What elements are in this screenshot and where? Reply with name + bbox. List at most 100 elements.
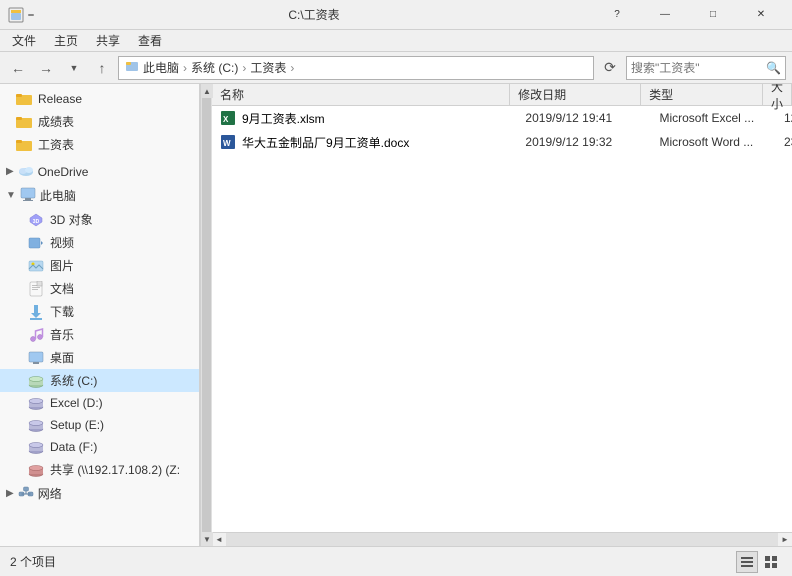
sidebar-label-grades: 成绩表 bbox=[38, 113, 74, 130]
sidebar-label-music: 音乐 bbox=[50, 326, 74, 343]
file-item-word[interactable]: W 华大五金制品厂9月工资单.docx 2019/9/12 19:32 Micr… bbox=[212, 130, 792, 154]
drive-z-icon bbox=[28, 462, 44, 478]
view-large-button[interactable] bbox=[760, 551, 782, 573]
sidebar-label-downloads: 下载 bbox=[50, 303, 74, 320]
file-item-excel[interactable]: X 9月工资表.xlsm 2019/9/12 19:41 Microsoft E… bbox=[212, 106, 792, 130]
sidebar-onedrive[interactable]: ▶ OneDrive bbox=[0, 160, 199, 183]
sidebar-label-drive-c: 系统 (C:) bbox=[50, 372, 97, 389]
pictures-icon bbox=[28, 258, 44, 274]
close-button[interactable]: ✕ bbox=[738, 0, 784, 30]
forward-button[interactable]: → bbox=[34, 56, 58, 80]
3d-icon: 3D bbox=[28, 212, 44, 228]
excel-file-icon: X bbox=[220, 110, 236, 126]
sidebar-label-pictures: 图片 bbox=[50, 257, 74, 274]
drive-f-icon bbox=[28, 439, 44, 455]
minimize-button[interactable]: — bbox=[642, 0, 688, 30]
breadcrumb-thispc[interactable]: 此电脑 bbox=[143, 59, 179, 76]
sidebar-item-desktop[interactable]: 桌面 bbox=[0, 346, 199, 369]
col-header-date[interactable]: 修改日期 bbox=[510, 84, 641, 105]
downloads-icon bbox=[28, 304, 44, 320]
file-size-excel: 12 KB bbox=[776, 111, 792, 125]
statusbar: 2 个项目 bbox=[0, 546, 792, 576]
sidebar-scroll-up[interactable]: ▲ bbox=[201, 84, 213, 98]
col-header-type[interactable]: 类型 bbox=[641, 84, 763, 105]
sidebar: Release 成绩表 工资表 ▶ bbox=[0, 84, 200, 546]
refresh-button[interactable]: ⟳ bbox=[598, 56, 622, 80]
horizontal-scrollbar[interactable]: ◄ ► bbox=[212, 532, 792, 546]
sidebar-item-salary[interactable]: 工资表 bbox=[0, 133, 199, 156]
quick-access-pin bbox=[28, 14, 34, 16]
sidebar-scrollbar[interactable]: ▲ ▼ bbox=[200, 84, 212, 546]
drive-c-icon bbox=[28, 373, 44, 389]
sidebar-item-3d[interactable]: 3D 3D 对象 bbox=[0, 208, 199, 231]
sidebar-scroll-down[interactable]: ▼ bbox=[201, 532, 213, 546]
hscroll-left[interactable]: ◄ bbox=[212, 533, 226, 547]
sidebar-label-video: 视频 bbox=[50, 234, 74, 251]
hscroll-right[interactable]: ► bbox=[778, 533, 792, 547]
sidebar-label-release: Release bbox=[38, 92, 82, 106]
onedrive-expand-icon: ▶ bbox=[6, 166, 14, 177]
folder-icon-grades bbox=[16, 114, 32, 130]
folder-icon-release bbox=[16, 91, 32, 107]
status-count: 2 个项目 bbox=[10, 553, 56, 570]
main-content: Release 成绩表 工资表 ▶ bbox=[0, 84, 792, 546]
sidebar-item-drive-z[interactable]: 共享 (\\192.17.108.2) (Z: bbox=[0, 458, 199, 481]
col-header-size[interactable]: 大小 bbox=[763, 84, 792, 105]
file-size-word: 23 KB bbox=[776, 135, 792, 149]
file-type-word: Microsoft Word ... bbox=[651, 135, 776, 149]
sidebar-item-music[interactable]: 音乐 bbox=[0, 323, 199, 346]
menu-view[interactable]: 查看 bbox=[130, 30, 170, 51]
sidebar-item-pictures[interactable]: 图片 bbox=[0, 254, 199, 277]
sidebar-item-documents[interactable]: 文档 bbox=[0, 277, 199, 300]
view-buttons bbox=[736, 551, 782, 573]
file-type-excel: Microsoft Excel ... bbox=[651, 111, 776, 125]
view-detail-button[interactable] bbox=[736, 551, 758, 573]
titlebar-icons bbox=[8, 7, 34, 23]
address-bar[interactable]: 此电脑 › 系统 (C:) › 工资表 › bbox=[118, 56, 594, 80]
breadcrumb-drive[interactable]: 系统 (C:) bbox=[191, 59, 238, 76]
svg-text:X: X bbox=[223, 115, 229, 124]
sidebar-item-downloads[interactable]: 下载 bbox=[0, 300, 199, 323]
sidebar-label-drive-z: 共享 (\\192.17.108.2) (Z: bbox=[50, 461, 180, 478]
sidebar-item-drive-e[interactable]: Setup (E:) bbox=[0, 414, 199, 436]
file-list-header: 名称 修改日期 类型 大小 bbox=[212, 84, 792, 106]
file-list-body: X 9月工资表.xlsm 2019/9/12 19:41 Microsoft E… bbox=[212, 106, 792, 532]
menubar: 文件 主页 共享 查看 bbox=[0, 30, 792, 52]
hscroll-track[interactable] bbox=[226, 533, 778, 546]
thispc-label: 此电脑 bbox=[40, 187, 76, 204]
col-header-name[interactable]: 名称 bbox=[212, 84, 510, 105]
help-button[interactable]: ? bbox=[594, 0, 640, 30]
music-icon bbox=[28, 327, 44, 343]
sidebar-item-drive-c[interactable]: 系统 (C:) bbox=[0, 369, 199, 392]
sidebar-item-drive-d[interactable]: Excel (D:) bbox=[0, 392, 199, 414]
sidebar-thispc-header[interactable]: ▼ 此电脑 bbox=[0, 183, 199, 208]
drive-e-icon bbox=[28, 417, 44, 433]
sidebar-item-grades[interactable]: 成绩表 bbox=[0, 110, 199, 133]
sidebar-label-documents: 文档 bbox=[50, 280, 74, 297]
sidebar-label-drive-e: Setup (E:) bbox=[50, 418, 104, 432]
file-pane: 名称 修改日期 类型 大小 X 9月工资表.xlsm 2019/9/12 19:… bbox=[212, 84, 792, 546]
sidebar-item-drive-f[interactable]: Data (F:) bbox=[0, 436, 199, 458]
desktop-icon bbox=[28, 350, 44, 366]
back-button[interactable]: ← bbox=[6, 56, 30, 80]
breadcrumb-folder[interactable]: 工资表 bbox=[250, 59, 286, 76]
sidebar-item-release[interactable]: Release bbox=[0, 88, 199, 110]
menu-file[interactable]: 文件 bbox=[4, 30, 44, 51]
sidebar-scroll-thumb[interactable] bbox=[202, 98, 211, 532]
titlebar-title: C:\工资表 bbox=[40, 6, 588, 23]
window-icon bbox=[8, 7, 24, 23]
recent-button[interactable]: ▼ bbox=[62, 56, 86, 80]
menu-share[interactable]: 共享 bbox=[88, 30, 128, 51]
file-date-word: 2019/9/12 19:32 bbox=[517, 135, 651, 149]
titlebar: C:\工资表 ? — □ ✕ bbox=[0, 0, 792, 30]
network-icon bbox=[18, 485, 34, 502]
up-button[interactable]: ↑ bbox=[90, 56, 114, 80]
search-input[interactable] bbox=[631, 61, 764, 75]
word-file-icon: W bbox=[220, 134, 236, 150]
drive-d-icon bbox=[28, 395, 44, 411]
search-bar[interactable]: 🔍 bbox=[626, 56, 786, 80]
menu-home[interactable]: 主页 bbox=[46, 30, 86, 51]
sidebar-item-video[interactable]: 视频 bbox=[0, 231, 199, 254]
maximize-button[interactable]: □ bbox=[690, 0, 736, 30]
sidebar-network[interactable]: ▶ 网络 bbox=[0, 481, 199, 506]
